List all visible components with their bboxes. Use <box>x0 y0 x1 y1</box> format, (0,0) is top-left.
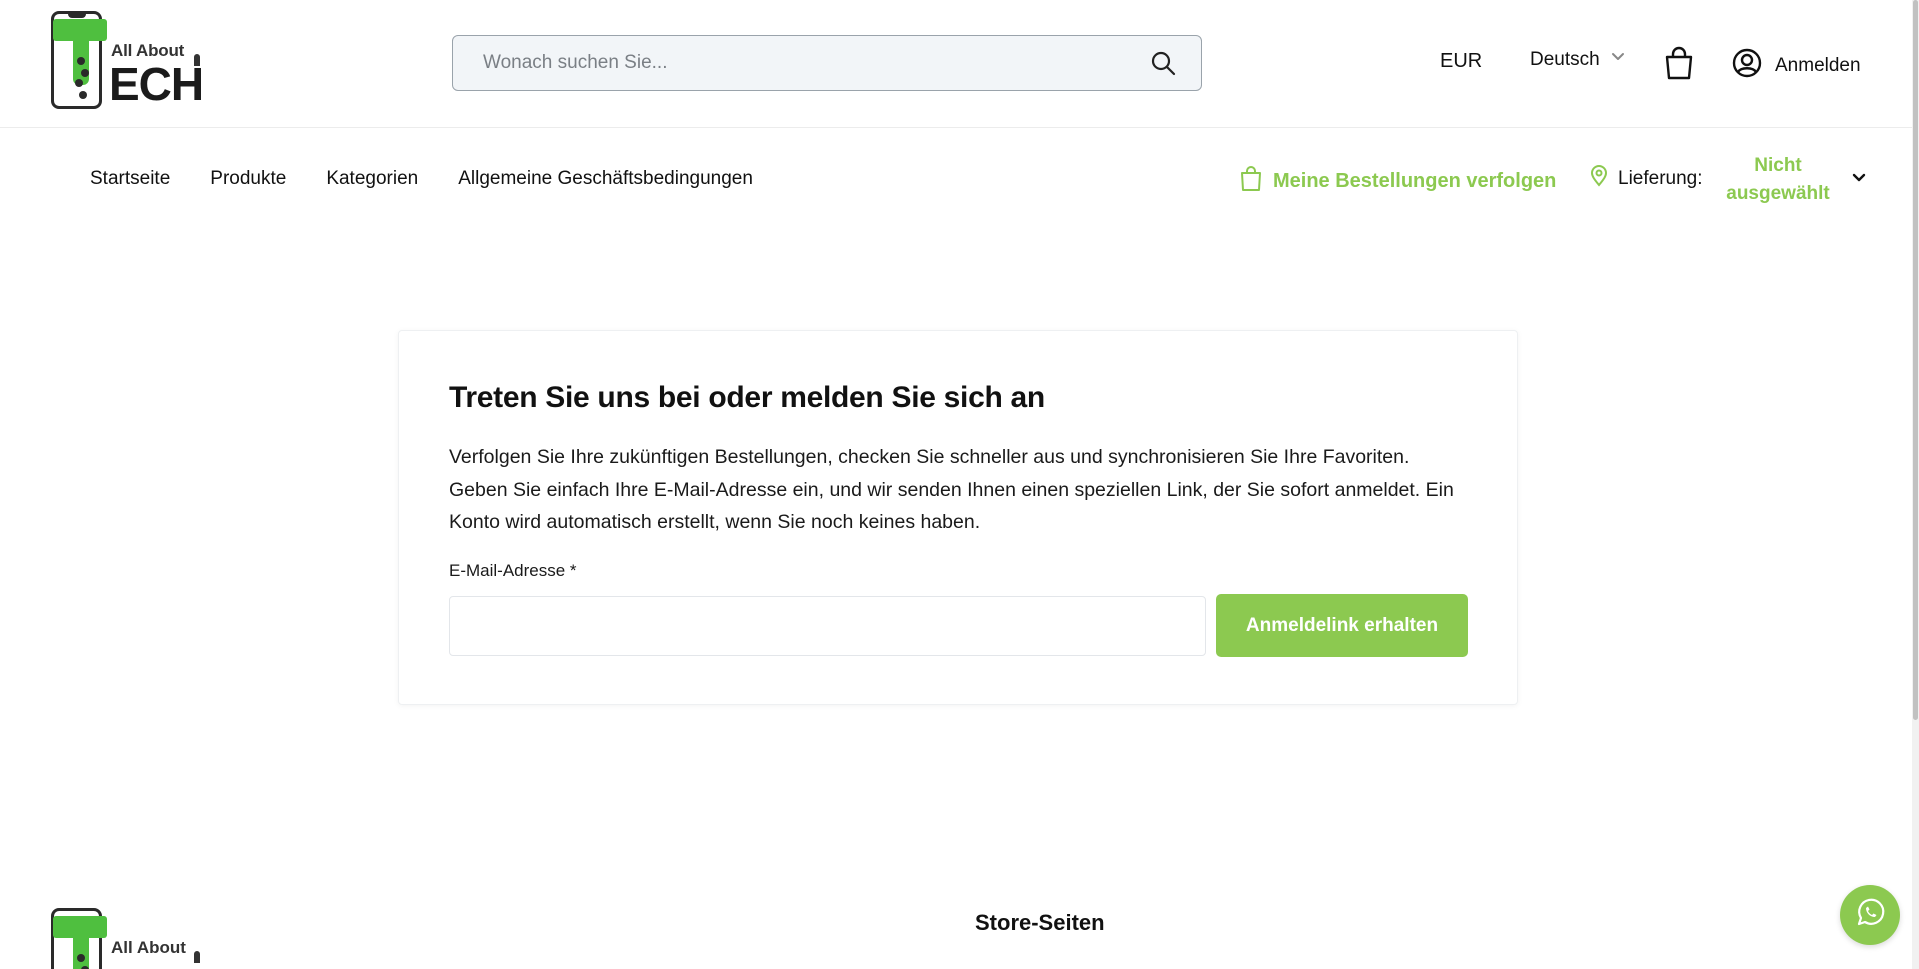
delivery-value[interactable]: Nicht ausgewählt <box>1720 152 1836 208</box>
email-field[interactable] <box>449 596 1206 656</box>
login-title: Treten Sie uns bei oder melden Sie sich … <box>449 381 1045 414</box>
footer-logo-top-text: All About <box>111 938 186 957</box>
footer-logo[interactable]: All About <box>51 908 206 969</box>
login-description: Verfolgen Sie Ihre zukünftigen Bestellun… <box>449 446 1454 533</box>
main-nav: Startseite Produkte Kategorien Allgemein… <box>90 168 753 190</box>
login-card: Treten Sie uns bei oder melden Sie sich … <box>398 330 1518 705</box>
search-icon[interactable] <box>1149 49 1177 77</box>
whatsapp-icon <box>1854 897 1886 934</box>
email-label: E-Mail-Adresse * <box>449 561 577 580</box>
nav-item-agb[interactable]: Allgemeine Geschäftsbedingungen <box>458 168 753 190</box>
footer-store-pages-heading: Store-Seiten <box>975 910 1105 935</box>
shopping-bag-icon <box>1239 164 1263 198</box>
site-header: All About ECH EUR Deutsch <box>0 0 1919 128</box>
plug-icon <box>194 951 200 963</box>
nav-item-produkte[interactable]: Produkte <box>210 168 286 190</box>
track-orders-link[interactable]: Meine Bestellungen verfolgen <box>1239 164 1556 198</box>
nav-item-kategorien[interactable]: Kategorien <box>326 168 418 190</box>
nav-item-startseite[interactable]: Startseite <box>90 168 170 190</box>
delivery-label: Lieferung: <box>1618 168 1703 189</box>
track-orders-label: Meine Bestellungen verfolgen <box>1273 169 1557 192</box>
language-label: Deutsch <box>1530 49 1600 70</box>
search-bar <box>452 35 1202 91</box>
currency-selector[interactable]: EUR <box>1440 50 1482 73</box>
language-selector[interactable]: Deutsch <box>1530 49 1626 71</box>
login-label: Anmelden <box>1775 55 1861 76</box>
get-login-link-button[interactable]: Anmeldelink erhalten <box>1216 594 1468 657</box>
chevron-down-icon[interactable] <box>1851 170 1867 186</box>
delivery-selector[interactable]: Lieferung: <box>1590 165 1703 193</box>
chevron-down-icon <box>1610 49 1626 71</box>
whatsapp-button[interactable] <box>1840 885 1900 945</box>
site-logo[interactable]: All About ECH <box>51 11 206 111</box>
user-circle-icon <box>1731 47 1763 85</box>
location-pin-icon <box>1590 165 1608 193</box>
logo-main-text: ECH <box>109 58 204 110</box>
page-scrollbar[interactable] <box>1912 0 1919 969</box>
shopping-bag-icon[interactable] <box>1663 45 1695 81</box>
login-link[interactable]: Anmelden <box>1731 47 1861 85</box>
search-input[interactable] <box>453 36 1143 89</box>
